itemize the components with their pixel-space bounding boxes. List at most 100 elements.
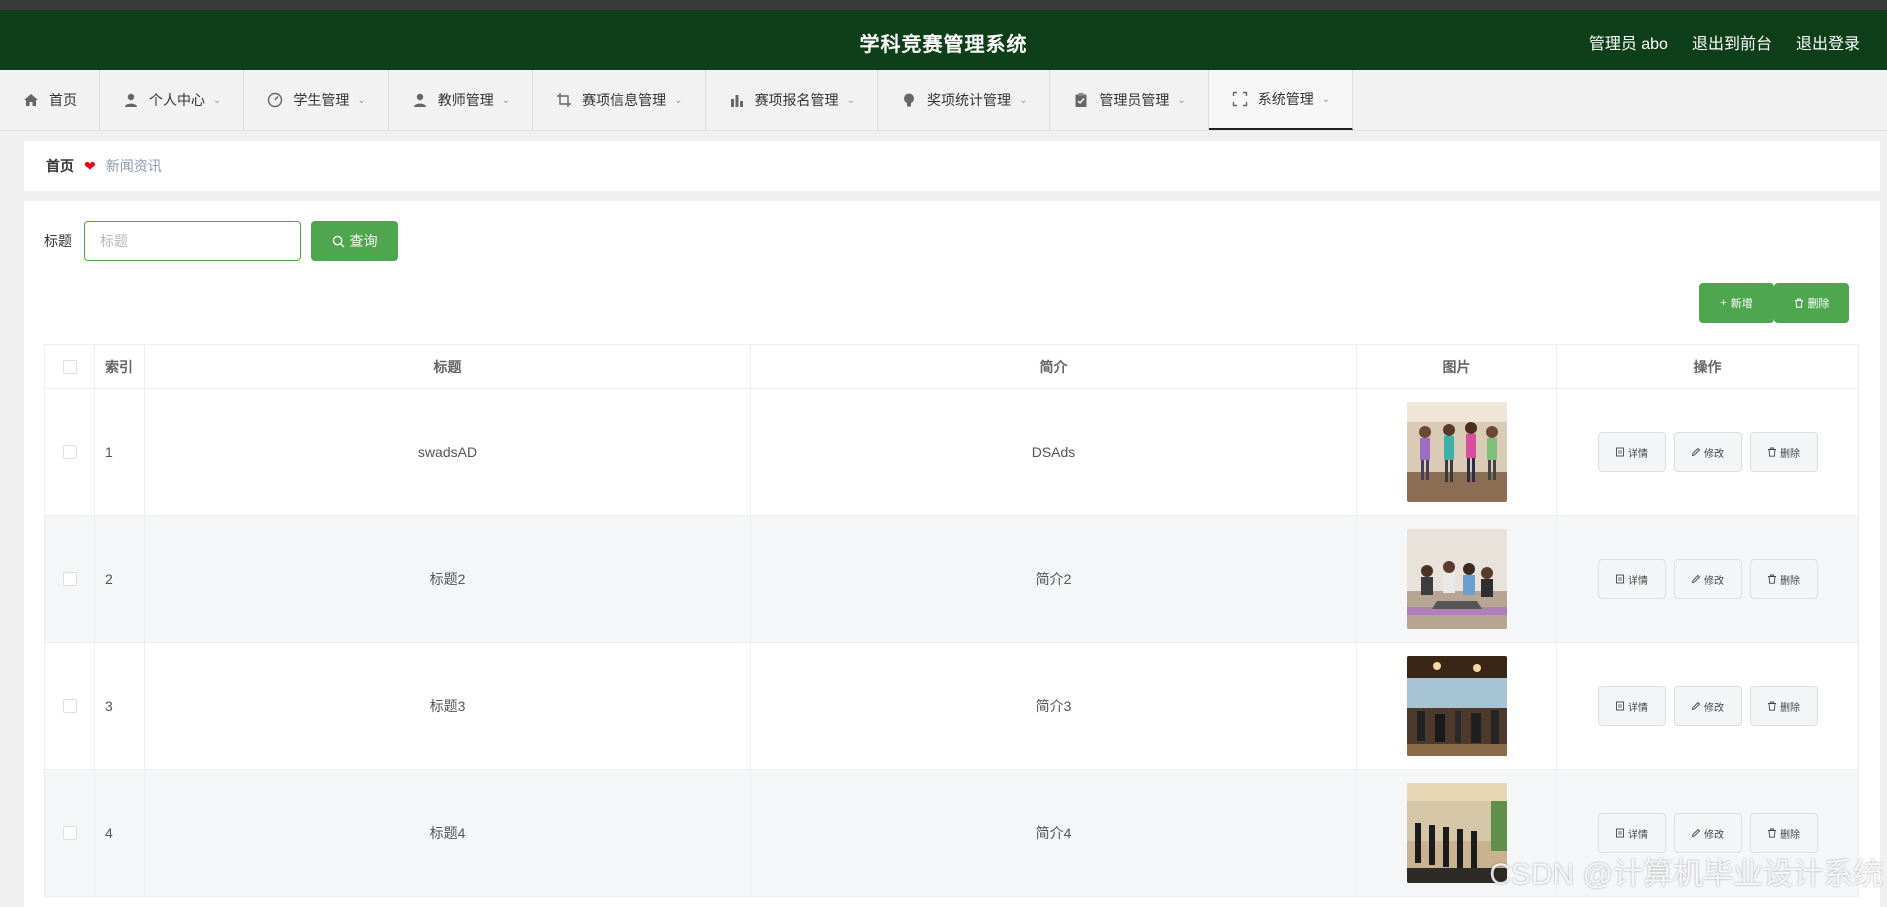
detail-label: 详情 <box>1628 575 1648 587</box>
nav-item-event-info-mgmt[interactable]: 赛项信息管理 ⌄ <box>533 70 706 130</box>
row-intro: 简介2 <box>751 516 1357 642</box>
nav-label: 个人中心 <box>149 92 205 108</box>
chevron-down-icon: ⌄ <box>357 94 366 106</box>
row-image-cell <box>1357 643 1557 769</box>
news-table: 索引 标题 简介 图片 操作 1 swadsAD DSAds 详情 修改 删除 <box>44 344 1859 897</box>
trash-icon <box>1794 298 1803 308</box>
detail-button[interactable]: 详情 <box>1597 813 1666 853</box>
home-icon <box>22 91 40 109</box>
nav-item-personal-center[interactable]: 个人中心 ⌄ <box>100 70 245 130</box>
yoga-class-photo[interactable] <box>1406 402 1507 502</box>
row-intro: DSAds <box>751 389 1357 515</box>
document-icon <box>1616 447 1624 457</box>
trash-icon <box>1768 447 1776 457</box>
row-actions: 详情 修改 删除 <box>1557 389 1858 515</box>
delete-label: 删除 <box>1780 448 1800 460</box>
row-title: 标题3 <box>145 643 751 769</box>
column-header: 简介 <box>751 345 1357 388</box>
trash-icon <box>1768 574 1776 584</box>
detail-label: 详情 <box>1628 702 1648 714</box>
delete-button[interactable]: 删除 <box>1749 686 1818 726</box>
edit-label: 修改 <box>1704 702 1724 714</box>
row-checkbox[interactable] <box>62 699 77 713</box>
select-all-cell <box>45 345 95 388</box>
search-label: 标题 <box>44 233 72 249</box>
yoga-group-photo[interactable] <box>1406 529 1507 629</box>
detail-button[interactable]: 详情 <box>1597 686 1666 726</box>
pencil-icon <box>1691 574 1701 584</box>
edit-label: 修改 <box>1704 575 1724 587</box>
table-row: 2 标题2 简介2 详情 修改 删除 <box>45 516 1858 643</box>
logout-link[interactable]: 退出登录 <box>1796 30 1860 54</box>
plus-icon: + <box>1720 297 1727 309</box>
delete-button[interactable]: 删除 <box>1749 432 1818 472</box>
nav-item-event-signup-mgmt[interactable]: 赛项报名管理 ⌄ <box>706 70 878 130</box>
query-button[interactable]: 查询 <box>311 221 398 261</box>
detail-label: 详情 <box>1628 448 1648 460</box>
chevron-down-icon: ⌄ <box>213 94 222 106</box>
row-index: 1 <box>95 389 145 515</box>
header-user-menu: 管理员 abo 退出到前台 退出登录 <box>1589 30 1860 54</box>
app-header: 学科竞赛管理系统 管理员 abo 退出到前台 退出登录 <box>0 10 1887 70</box>
row-checkbox[interactable] <box>62 572 77 586</box>
delete-label: 删除 <box>1780 829 1800 841</box>
row-actions: 详情 修改 删除 <box>1557 643 1858 769</box>
edit-button[interactable]: 修改 <box>1673 813 1742 853</box>
row-checkbox[interactable] <box>62 826 77 840</box>
document-icon <box>1616 574 1624 584</box>
nav-label: 学生管理 <box>293 92 350 108</box>
column-header: 操作 <box>1693 358 1722 375</box>
edit-button[interactable]: 修改 <box>1673 432 1742 472</box>
edit-button[interactable]: 修改 <box>1673 559 1742 599</box>
chevron-down-icon: ⌄ <box>501 94 511 106</box>
add-button[interactable]: + 新增 <box>1699 283 1774 323</box>
nav-label: 系统管理 <box>1257 91 1314 107</box>
row-checkbox-cell <box>45 516 95 642</box>
chevron-down-icon: ⌄ <box>674 94 683 106</box>
query-button-label: 查询 <box>349 233 378 249</box>
detail-button[interactable]: 详情 <box>1597 432 1666 472</box>
breadcrumb-home[interactable]: 首页 <box>46 156 74 176</box>
chevron-down-icon: ⌄ <box>846 94 855 106</box>
top-nav: 首页 个人中心 ⌄ 学生管理 ⌄ 教师管理 ⌄ 赛项信息管理 ⌄ 赛项报名管理 … <box>0 70 1887 131</box>
gym-interior-photo[interactable] <box>1406 656 1507 756</box>
delete-button-label: 删除 <box>1807 298 1830 310</box>
nav-item-admin-mgmt[interactable]: 管理员管理 ⌄ <box>1050 70 1209 130</box>
nav-item-home[interactable]: 首页 <box>0 70 100 130</box>
title-search-input[interactable] <box>84 221 301 261</box>
row-title: 标题2 <box>145 516 751 642</box>
detail-button[interactable]: 详情 <box>1597 559 1666 599</box>
delete-button[interactable]: 删除 <box>1749 813 1818 853</box>
nav-label: 首页 <box>49 92 77 108</box>
add-button-label: 新增 <box>1730 298 1753 310</box>
row-index: 4 <box>95 770 145 896</box>
row-checkbox[interactable] <box>62 445 77 459</box>
crop-icon <box>555 91 573 109</box>
row-image-cell <box>1357 516 1557 642</box>
delete-button[interactable]: 删除 <box>1749 559 1818 599</box>
heart-icon: ❤ <box>84 157 96 174</box>
search-icon <box>332 235 345 248</box>
detail-label: 详情 <box>1628 829 1648 841</box>
row-title: swadsAD <box>145 389 751 515</box>
nav-item-award-stats-mgmt[interactable]: 奖项统计管理 ⌄ <box>878 70 1051 130</box>
back-to-front-link[interactable]: 退出到前台 <box>1692 30 1772 54</box>
dashboard-icon <box>266 91 284 109</box>
nav-label: 赛项报名管理 <box>754 92 839 108</box>
row-title: 标题4 <box>145 770 751 896</box>
nav-item-system-mgmt[interactable]: 系统管理 ⌄ <box>1208 70 1354 130</box>
edit-label: 修改 <box>1704 829 1724 841</box>
edit-label: 修改 <box>1704 448 1724 460</box>
trash-icon <box>1768 701 1776 711</box>
nav-item-student-mgmt[interactable]: 学生管理 ⌄ <box>244 70 389 130</box>
breadcrumb: 首页 ❤ 新闻资讯 <box>24 141 1880 191</box>
table-row: 1 swadsAD DSAds 详情 修改 删除 <box>45 389 1858 516</box>
row-checkbox-cell <box>45 389 95 515</box>
fullscreen-icon <box>1231 90 1249 108</box>
delete-label: 删除 <box>1780 702 1800 714</box>
select-all-checkbox[interactable] <box>62 359 77 374</box>
edit-button[interactable]: 修改 <box>1673 686 1742 726</box>
batch-delete-button[interactable]: 删除 <box>1774 283 1849 323</box>
nav-item-teacher-mgmt[interactable]: 教师管理 ⌄ <box>389 70 534 130</box>
content-panel: 标题 查询 + 新增 删除 索引 标题 简介 图片 操作 1 swadsAD D… <box>24 201 1880 907</box>
